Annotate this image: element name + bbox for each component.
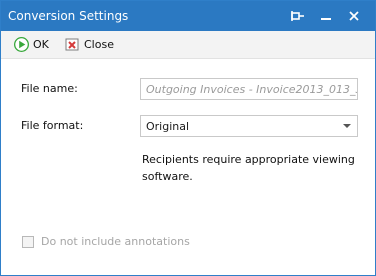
settings-form: File name: Outgoing Invoices - Invoice20…: [1, 59, 375, 275]
file-format-value: Original: [146, 120, 190, 133]
file-name-placeholder: Outgoing Invoices - Invoice2013_013_3: [146, 83, 358, 96]
close-button[interactable]: [345, 7, 363, 25]
close-toolbar-button[interactable]: Close: [64, 36, 114, 53]
minimize-button[interactable]: [317, 7, 335, 25]
close-icon: [349, 11, 359, 21]
file-format-select[interactable]: Original: [140, 115, 358, 137]
annotations-checkbox[interactable]: [22, 235, 34, 248]
pin-button[interactable]: [289, 7, 307, 25]
close-label: Close: [84, 38, 114, 51]
annotations-option[interactable]: Do not include annotations: [22, 235, 190, 248]
ok-button[interactable]: OK: [13, 36, 49, 53]
title-bar: Conversion Settings: [1, 1, 375, 31]
file-format-label: File format:: [21, 119, 84, 132]
ok-label: OK: [33, 38, 49, 51]
file-name-label: File name:: [21, 82, 78, 95]
ok-play-icon: [14, 37, 29, 52]
toolbar: OK Close: [1, 31, 375, 59]
annotations-label: Do not include annotations: [41, 235, 190, 248]
conversion-settings-window: Conversion Settings OK Close File name: …: [0, 0, 376, 276]
close-red-x-icon: [65, 38, 79, 51]
chevron-down-icon[interactable]: [337, 116, 357, 136]
format-note: Recipients require appropriate viewing s…: [142, 153, 355, 183]
window-title: Conversion Settings: [8, 9, 129, 23]
file-name-input[interactable]: Outgoing Invoices - Invoice2013_013_3: [140, 78, 358, 100]
pin-icon: [291, 11, 304, 21]
minimize-icon: [321, 18, 331, 20]
